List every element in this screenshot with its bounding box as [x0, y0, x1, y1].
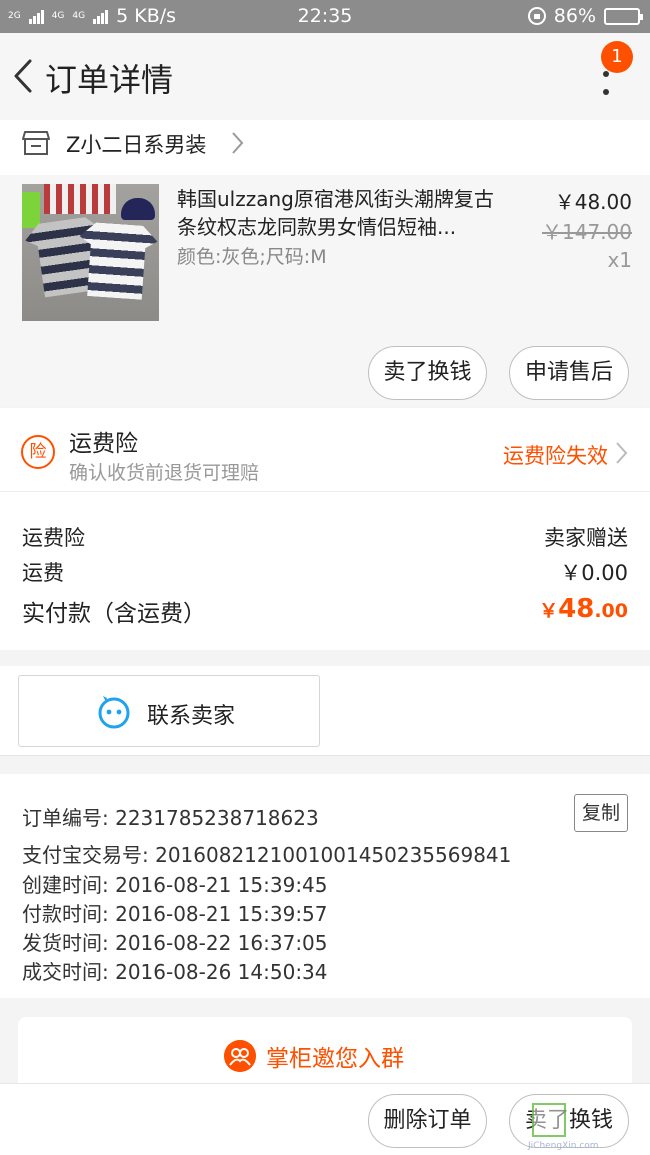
- status-bar: 2G 4G 4G 5 KB/s 22:35 86%: [0, 0, 650, 33]
- total-amount: ￥48.00: [539, 594, 628, 624]
- fee-value: 卖家赠送: [544, 526, 628, 550]
- sell-button[interactable]: 卖了换钱: [368, 346, 487, 400]
- join-group-label: 掌柜邀您入群: [266, 1046, 404, 1072]
- completed-time: 成交时间: 2016-08-26 14:50:34: [22, 960, 328, 984]
- chat-bubble-icon: [98, 696, 130, 729]
- page-title: 订单详情: [45, 61, 174, 99]
- join-group-banner[interactable]: 掌柜邀您入群: [18, 1017, 632, 1087]
- bottom-action-bar: 删除订单 卖了换钱: [0, 1083, 650, 1155]
- shop-header[interactable]: Z小二日系男装: [0, 120, 650, 175]
- total-label: 实付款（含运费）: [22, 601, 206, 627]
- battery-percent: 86%: [553, 5, 596, 27]
- copy-button[interactable]: 复制: [574, 794, 628, 832]
- status-right: 86%: [527, 5, 643, 27]
- insurance-subtitle: 确认收货前退货可理赔: [69, 462, 260, 484]
- back-icon[interactable]: [12, 58, 34, 94]
- fee-row-total: 实付款（含运费） ￥48.00: [22, 594, 628, 628]
- product-quantity: x1: [607, 248, 632, 272]
- fee-value: ￥0.00: [560, 561, 628, 585]
- rotation-lock-icon: [527, 7, 546, 25]
- shop-name[interactable]: Z小二日系男装: [66, 129, 206, 159]
- notification-badge[interactable]: 1: [601, 41, 633, 73]
- order-number: 订单编号: 2231785238718623: [22, 806, 319, 830]
- order-info: 订单编号: 2231785238718623 复制 支付宝交易号: 201608…: [0, 774, 650, 998]
- product-item[interactable]: 韩国ulzzang原宿港风街头潮牌复古条纹权志龙同款男女情侣短袖... 颜色:灰…: [0, 175, 650, 407]
- contact-seller-label: 联系卖家: [147, 704, 236, 729]
- product-sku: 颜色:灰色;尺码:M: [177, 246, 327, 268]
- paid-time: 付款时间: 2016-08-21 15:39:57: [22, 902, 328, 926]
- battery-icon: [604, 7, 643, 25]
- shop-icon: [22, 131, 50, 155]
- fee-summary: 运费险 卖家赠送 运费 ￥0.00 实付款（含运费） ￥48.00: [0, 492, 650, 650]
- product-image[interactable]: [22, 184, 159, 321]
- nav-bar: 订单详情: [0, 33, 650, 120]
- product-original-price: ￥147.00: [542, 220, 632, 244]
- created-time: 创建时间: 2016-08-21 15:39:45: [22, 873, 328, 897]
- delete-order-button[interactable]: 删除订单: [368, 1094, 487, 1148]
- fee-label: 运费险: [22, 526, 85, 550]
- shipped-time: 发货时间: 2016-08-22 16:37:05: [22, 931, 328, 955]
- product-price: ￥48.00: [554, 190, 632, 214]
- insurance-icon: 险: [21, 435, 55, 469]
- after-sale-button[interactable]: 申请售后: [509, 346, 629, 400]
- contact-section: 联系卖家: [0, 666, 650, 756]
- fee-label: 运费: [22, 561, 64, 585]
- contact-seller-button[interactable]: 联系卖家: [18, 675, 320, 747]
- shipping-insurance[interactable]: 险 运费险 确认收货前退货可理赔 运费险失效: [0, 408, 650, 492]
- fee-row-insurance: 运费险 卖家赠送: [22, 522, 628, 552]
- insurance-title: 运费险: [69, 431, 138, 457]
- alipay-trade-number: 支付宝交易号: 2016082121001001450235569841: [22, 843, 512, 867]
- chevron-right-icon: [232, 132, 244, 154]
- sell-button-bottom[interactable]: 卖了换钱: [509, 1094, 629, 1148]
- group-icon: [224, 1040, 256, 1072]
- chevron-right-icon: [616, 442, 628, 464]
- insurance-status[interactable]: 运费险失效: [503, 440, 608, 470]
- fee-row-shipping: 运费 ￥0.00: [22, 557, 628, 587]
- product-title[interactable]: 韩国ulzzang原宿港风街头潮牌复古条纹权志龙同款男女情侣短袖...: [177, 185, 507, 241]
